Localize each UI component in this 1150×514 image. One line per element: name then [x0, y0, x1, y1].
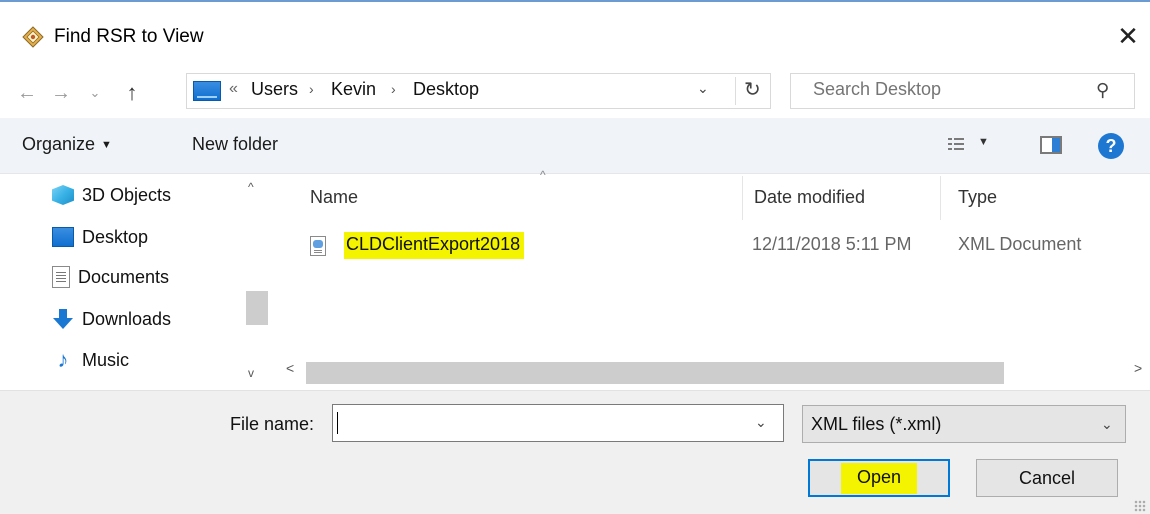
nav-scrollbar-thumb[interactable] — [246, 291, 268, 325]
sidebar-item-downloads[interactable]: Downloads — [52, 304, 171, 334]
forward-button[interactable]: → — [48, 78, 74, 108]
preview-pane-icon[interactable] — [1040, 136, 1062, 154]
search-icon[interactable]: ⚲ — [1096, 80, 1109, 101]
documents-icon — [52, 266, 70, 288]
open-button[interactable]: Open — [808, 459, 950, 497]
breadcrumb-separator-icon[interactable]: › — [309, 81, 314, 97]
nav-scroll-down-button[interactable]: v — [248, 366, 254, 380]
help-icon[interactable]: ? — [1098, 133, 1124, 159]
breadcrumb-overflow[interactable]: « — [229, 80, 238, 98]
sidebar-item-3d-objects[interactable]: 3D Objects — [52, 180, 171, 210]
search-input[interactable] — [813, 79, 1083, 100]
up-arrow-icon: ↑ — [126, 80, 138, 105]
hscrollbar-thumb[interactable] — [306, 362, 1004, 384]
forward-arrow-icon: → — [51, 81, 71, 104]
close-icon: ✕ — [1117, 20, 1139, 51]
nav-scroll-up-button[interactable]: ^ — [248, 180, 254, 194]
close-button[interactable]: ✕ — [1108, 18, 1148, 54]
window-title: Find RSR to View — [54, 26, 204, 47]
breadcrumb-users[interactable]: Users — [251, 79, 298, 100]
file-name-input[interactable] — [339, 411, 739, 432]
file-name-combobox[interactable]: ⌄ — [332, 404, 784, 442]
resize-grip-icon[interactable] — [1134, 500, 1146, 512]
search-box[interactable]: ⚲ — [790, 73, 1135, 109]
column-header-date-modified[interactable]: Date modified — [754, 187, 865, 208]
organize-label: Organize — [22, 134, 96, 154]
sidebar-item-label: Downloads — [82, 308, 172, 329]
file-type-select[interactable]: XML files (*.xml) ⌄ — [802, 405, 1126, 443]
column-divider[interactable] — [940, 176, 941, 220]
desktop-icon — [52, 227, 74, 247]
title-bar: Find RSR to View ✕ — [0, 0, 1150, 70]
xml-file-icon — [310, 236, 326, 256]
chevron-down-icon: ⌄ — [1101, 416, 1113, 432]
up-button[interactable]: ↑ — [120, 78, 144, 108]
breadcrumb-kevin[interactable]: Kevin — [331, 79, 376, 100]
recent-locations-button[interactable]: ⌄ — [86, 78, 104, 108]
file-type-cell: XML Document — [958, 234, 1082, 254]
table-row[interactable]: CLDClientExport2018 12/11/2018 5:11 PM X… — [300, 228, 1130, 264]
this-pc-icon — [193, 81, 221, 101]
column-header-type[interactable]: Type — [958, 187, 997, 208]
file-name-cell: CLDClientExport2018 — [344, 232, 525, 259]
breadcrumb-separator-icon[interactable]: › — [391, 81, 396, 97]
file-type-selected: XML files (*.xml) — [811, 414, 942, 434]
caret-down-icon: ▼ — [101, 139, 112, 151]
cancel-button[interactable]: Cancel — [976, 459, 1118, 497]
refresh-icon[interactable]: ↻ — [735, 77, 761, 105]
hscroll-left-button[interactable]: < — [286, 360, 294, 376]
text-cursor — [337, 412, 338, 434]
caret-down-icon: ▼ — [978, 136, 989, 148]
sidebar-item-music[interactable]: ♪ Music — [52, 345, 130, 375]
sidebar-item-label: 3D Objects — [82, 184, 172, 205]
sidebar-item-desktop[interactable]: Desktop — [52, 222, 148, 252]
sidebar-item-documents[interactable]: Documents — [52, 262, 169, 292]
back-arrow-icon: ← — [17, 81, 37, 104]
file-list — [272, 174, 1150, 389]
sidebar-item-label: Desktop — [82, 226, 149, 247]
app-icon — [22, 26, 44, 48]
chevron-down-icon: ⌄ — [89, 85, 101, 100]
breadcrumb-desktop[interactable]: Desktop — [413, 79, 479, 100]
open-button-label: Open — [840, 462, 918, 494]
toolbar: Organize ▼ New folder ▼ ? — [0, 118, 1150, 174]
sort-ascending-icon: ^ — [540, 168, 546, 182]
address-bar[interactable]: « Users › Kevin › Desktop ⌄ ↻ — [186, 73, 771, 109]
hscroll-right-button[interactable]: > — [1134, 360, 1142, 376]
file-date-cell: 12/11/2018 5:11 PM — [752, 234, 912, 254]
file-name-label: File name: — [230, 414, 315, 434]
back-button[interactable]: ← — [14, 78, 40, 108]
change-view-button[interactable]: ▼ — [948, 136, 994, 158]
music-icon: ♪ — [57, 347, 69, 372]
sidebar-item-label: Documents — [78, 266, 170, 287]
3d-objects-icon — [52, 185, 74, 205]
column-header-name[interactable]: Name — [310, 187, 358, 208]
organize-button[interactable]: Organize ▼ — [22, 134, 112, 155]
new-folder-button[interactable]: New folder — [192, 134, 278, 155]
address-dropdown-icon[interactable]: ⌄ — [697, 80, 709, 97]
sidebar-item-label: Music — [82, 349, 130, 370]
column-divider[interactable] — [742, 176, 743, 220]
downloads-icon — [52, 308, 74, 330]
chevron-down-icon[interactable]: ⌄ — [755, 414, 767, 431]
details-view-icon — [948, 138, 964, 154]
